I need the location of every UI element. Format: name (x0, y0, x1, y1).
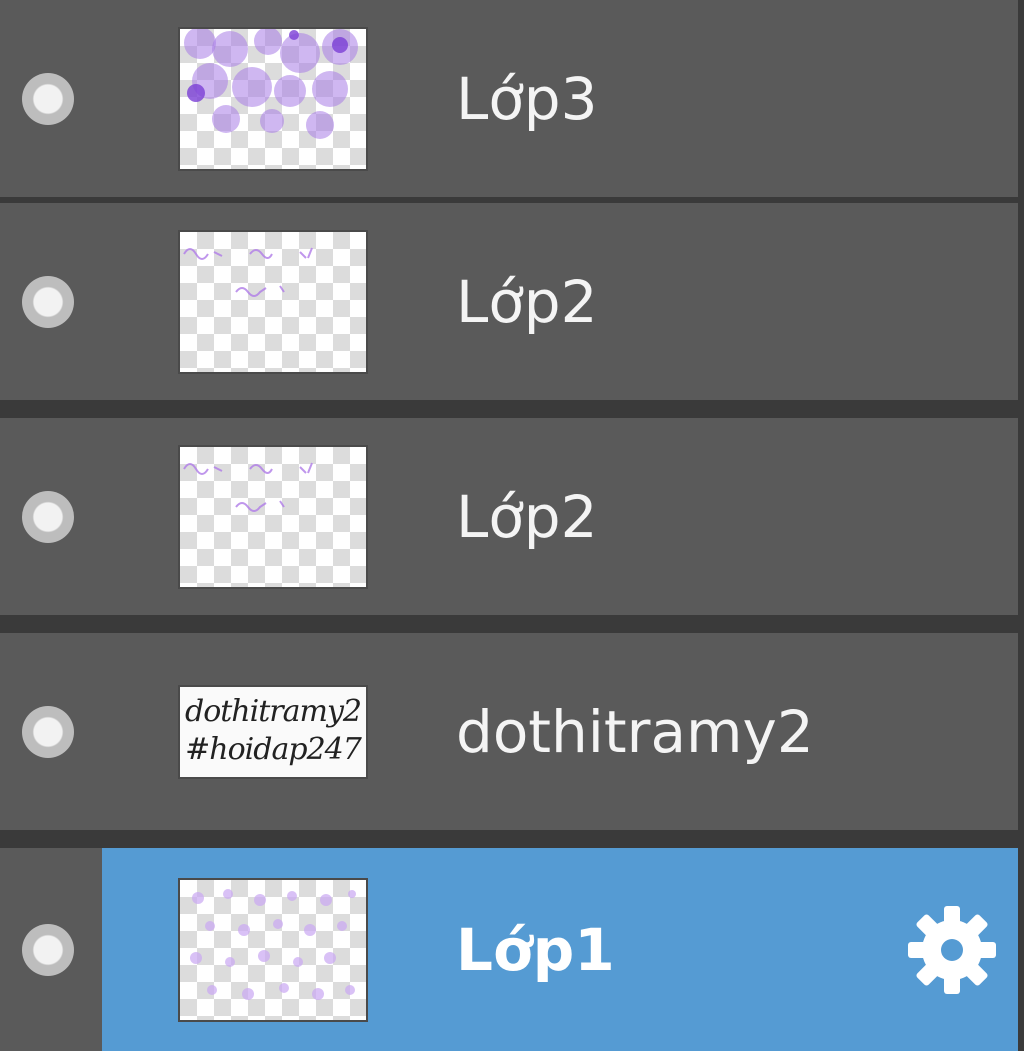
layer-thumbnail[interactable] (180, 28, 366, 169)
layer-visibility-toggle[interactable] (22, 705, 74, 758)
layer-name: Lớp2 (456, 267, 598, 336)
layers-panel: Lớp3 Lớp2 Lớp2 dothitramy2 #hoidap247 do… (0, 0, 1024, 1051)
thumbnail-text-line-2: #hoidap247 (185, 731, 362, 767)
layer-row-5-selected[interactable]: Lớp1 (0, 848, 1018, 1051)
layer-row-1[interactable]: Lớp3 (0, 0, 1018, 197)
layer-name: dothitramy2 (456, 697, 814, 766)
layer-visibility-toggle[interactable] (22, 923, 74, 976)
layer-row-3[interactable]: Lớp2 (0, 418, 1018, 615)
layer-thumbnail[interactable] (180, 879, 366, 1020)
layer-thumbnail[interactable]: dothitramy2 #hoidap247 (180, 686, 366, 777)
layer-name: Lớp2 (456, 482, 598, 551)
layer-row-2[interactable]: Lớp2 (0, 203, 1018, 400)
faint-purple-text-icon (183, 247, 313, 297)
layer-visibility-toggle[interactable] (22, 275, 74, 328)
layer-visibility-toggle[interactable] (22, 490, 74, 543)
layer-row-4[interactable]: dothitramy2 #hoidap247 dothitramy2 (0, 633, 1018, 830)
thumbnail-text-line-1: dothitramy2 (184, 693, 362, 729)
purple-pattern-icon (190, 888, 356, 1000)
layer-name: Lớp1 (456, 915, 615, 984)
layer-name: Lớp3 (456, 64, 598, 133)
faint-purple-text-icon (183, 462, 313, 512)
layer-thumbnail[interactable] (180, 231, 366, 372)
gear-icon[interactable] (904, 902, 1000, 998)
purple-bokeh-icon (184, 28, 358, 139)
layer-thumbnail[interactable] (180, 446, 366, 587)
layer-visibility-toggle[interactable] (22, 72, 74, 125)
